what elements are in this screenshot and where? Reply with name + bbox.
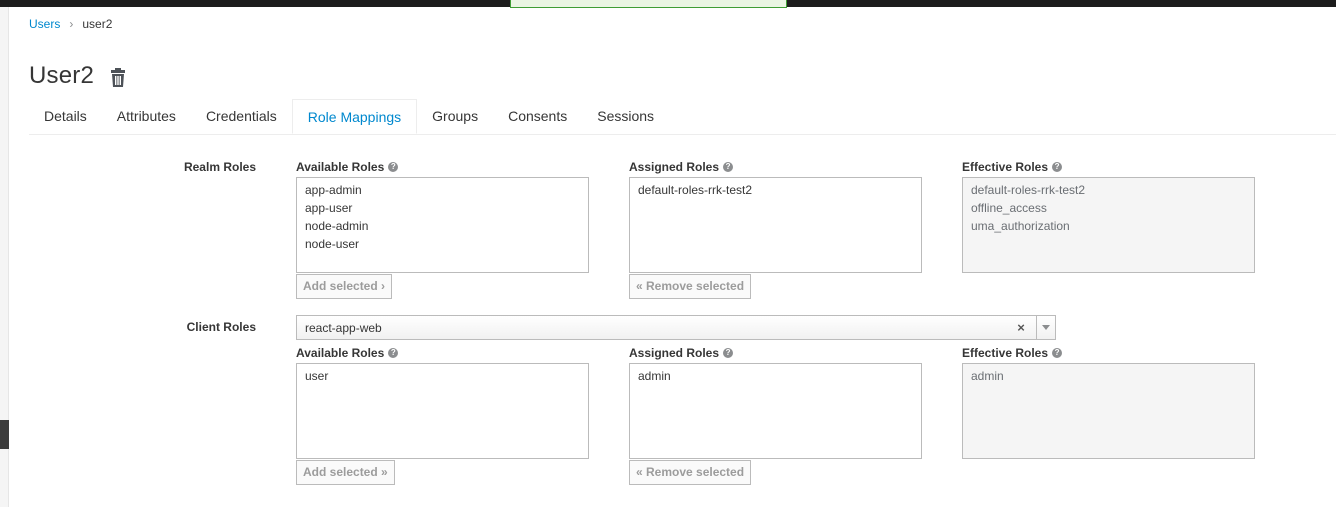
help-icon[interactable]: ? xyxy=(388,348,399,358)
client-effective-roles-text: Effective Roles xyxy=(962,346,1049,360)
list-item[interactable]: app-user xyxy=(297,199,588,217)
realm-available-roles-label: Available Roles ? xyxy=(296,160,399,174)
help-icon[interactable]: ? xyxy=(723,348,734,358)
help-icon[interactable]: ? xyxy=(1052,162,1063,172)
clear-icon[interactable]: × xyxy=(1014,320,1028,335)
list-item[interactable]: user xyxy=(297,367,588,385)
list-item: admin xyxy=(971,369,1004,383)
client-add-selected-button[interactable]: Add selected » xyxy=(296,460,395,485)
client-assigned-roles-text: Assigned Roles xyxy=(629,346,720,360)
tab-groups[interactable]: Groups xyxy=(417,99,493,133)
realm-assigned-roles-list[interactable]: default-roles-rrk-test2 xyxy=(629,177,922,273)
notification-toast xyxy=(510,0,787,8)
tab-consents[interactable]: Consents xyxy=(493,99,582,133)
help-icon[interactable]: ? xyxy=(723,162,734,172)
realm-effective-roles-label: Effective Roles ? xyxy=(962,160,1063,174)
list-item: default-roles-rrk-test2 xyxy=(971,183,1086,197)
tab-sessions[interactable]: Sessions xyxy=(582,99,669,133)
list-item: offline_access xyxy=(971,201,1047,215)
tab-details[interactable]: Details xyxy=(29,99,102,133)
list-item[interactable]: node-admin xyxy=(297,217,588,235)
realm-available-roles-text: Available Roles xyxy=(296,160,385,174)
realm-assigned-roles-text: Assigned Roles xyxy=(629,160,720,174)
list-item[interactable]: default-roles-rrk-test2 xyxy=(630,181,921,199)
left-sidebar-edge xyxy=(0,7,9,507)
page-title: User2 xyxy=(29,62,95,89)
client-select-value: react-app-web xyxy=(305,320,382,335)
trash-icon[interactable] xyxy=(110,68,126,87)
help-icon[interactable]: ? xyxy=(388,162,399,172)
list-item[interactable]: node-user xyxy=(297,235,588,253)
breadcrumb-separator: › xyxy=(69,17,74,31)
breadcrumb-users-link[interactable]: Users xyxy=(29,17,60,31)
realm-roles-label: Realm Roles xyxy=(183,160,256,174)
tab-role-mappings[interactable]: Role Mappings xyxy=(291,99,418,134)
realm-available-roles-list[interactable]: app-admin app-user node-admin node-user xyxy=(296,177,589,273)
help-icon[interactable]: ? xyxy=(1052,348,1063,358)
client-available-roles-label: Available Roles ? xyxy=(296,346,399,360)
client-roles-label: Client Roles xyxy=(186,320,256,334)
list-item: uma_authorization xyxy=(971,219,1070,233)
tab-credentials[interactable]: Credentials xyxy=(191,99,292,133)
client-available-roles-text: Available Roles xyxy=(296,346,385,360)
realm-remove-selected-button[interactable]: « Remove selected xyxy=(629,274,752,299)
breadcrumb: Users › user2 xyxy=(29,17,112,31)
list-item[interactable]: admin xyxy=(630,367,921,385)
client-effective-roles-label: Effective Roles ? xyxy=(962,346,1063,360)
realm-assigned-roles-label: Assigned Roles ? xyxy=(629,160,734,174)
dropdown-arrow-icon[interactable] xyxy=(1036,316,1055,339)
realm-effective-roles-list: default-roles-rrk-test2 offline_access u… xyxy=(962,177,1255,273)
client-select[interactable]: react-app-web × xyxy=(296,315,1056,340)
title-row: User2 xyxy=(29,62,126,90)
client-assigned-roles-label: Assigned Roles ? xyxy=(629,346,734,360)
client-available-roles-list[interactable]: user xyxy=(296,363,589,459)
user-tabs: Details Attributes Credentials Role Mapp… xyxy=(29,99,1336,135)
client-remove-selected-button[interactable]: « Remove selected xyxy=(629,460,752,485)
breadcrumb-current: user2 xyxy=(82,17,113,31)
client-effective-roles-list: admin xyxy=(962,363,1255,459)
tab-attributes[interactable]: Attributes xyxy=(102,99,191,133)
realm-effective-roles-text: Effective Roles xyxy=(962,160,1049,174)
sidebar-active-marker xyxy=(0,420,9,449)
realm-add-selected-button[interactable]: Add selected › xyxy=(296,274,393,299)
client-assigned-roles-list[interactable]: admin xyxy=(629,363,922,459)
list-item[interactable]: app-admin xyxy=(297,181,588,199)
